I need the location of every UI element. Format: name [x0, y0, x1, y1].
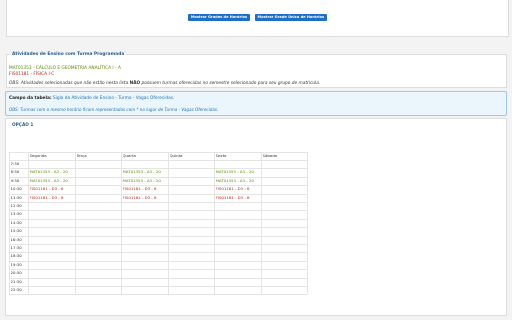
note-text: OBS: Atividades selecionadas que não est…: [9, 81, 130, 86]
time-label: 19:30: [10, 261, 22, 267]
schedule-table: Segunda Terça Quarta Quinta Sexta Sábado 7:30 8…: [9, 152, 308, 296]
grid-line: [9, 210, 307, 212]
time-label: 16:30: [10, 236, 22, 242]
schedule-entry: MAT01353 - A3 - 20: [215, 177, 254, 183]
activities-panel: Atividades de Ensino com Turma Programad…: [6, 52, 507, 88]
activity-item-label: FIS01181 - FÍSICA I-C: [9, 72, 55, 77]
option-label: OPÇÃO 1: [12, 123, 34, 128]
note-emphasis: NÃO: [129, 81, 141, 86]
activity-item[interactable]: MAT01353 - CÁLCULO E GEOMETRIA ANALÍTICA…: [9, 66, 121, 71]
time-label: 7:30: [10, 161, 20, 166]
time-label: 20:30: [10, 270, 22, 276]
info-label: Campo da tabela:: [9, 96, 52, 101]
time-label: 9:30: [10, 177, 20, 183]
grid-line: [168, 152, 169, 295]
table-field-info: Campo da tabela: Sigla da Atividade de E…: [9, 96, 174, 101]
grid-line: [9, 260, 307, 262]
grid-line: [9, 277, 307, 279]
day-header: Quarta: [122, 153, 136, 158]
schedule-entry: FIS01181 - D3 - 6: [215, 186, 250, 192]
grid-line: [9, 252, 307, 254]
schedule-entry: FIS01181 - D3 - 6: [29, 194, 64, 200]
grid-line: [9, 244, 307, 245]
time-label: 18:30: [10, 253, 22, 259]
time-label: 15:30: [10, 228, 22, 234]
time-label: 12:30: [10, 203, 22, 208]
time-label: 8:30: [10, 169, 20, 175]
time-label: 10:30: [10, 186, 22, 192]
note-text: possuem turmas oferecidas no semestre se…: [140, 81, 321, 86]
time-label: 13:30: [10, 211, 22, 217]
schedule-entry: MAT01353 - A3 - 20: [29, 169, 68, 175]
info-box: Campo da tabela: Sigla da Atividade de E…: [5, 91, 507, 116]
grid-line: [75, 152, 76, 295]
grid-line: [9, 235, 307, 237]
show-schedules-button[interactable]: Mostrar Grades de Horários: [187, 14, 251, 21]
day-header: Sábado: [262, 153, 278, 158]
grid-line: [9, 294, 307, 296]
schedule-entry: MAT01353 - A3 - 20: [215, 169, 254, 175]
day-header: Segunda: [29, 153, 47, 158]
grid-line: [9, 218, 307, 220]
time-label: 11:30: [10, 194, 22, 200]
show-single-schedule-button[interactable]: Mostrar Grade Única de Horários: [254, 14, 328, 21]
schedule-entry: FIS01181 - D3 - 6: [122, 186, 157, 192]
grid-line: [9, 227, 307, 229]
time-label: 22:30: [10, 287, 22, 292]
time-label: 21:30: [10, 278, 22, 284]
schedule-entry: MAT01353 - A3 - 20: [122, 177, 161, 183]
schedule-entry: FIS01181 - D3 - 6: [215, 194, 250, 200]
grid-line: [9, 286, 307, 287]
grid-line: [9, 269, 307, 271]
schedule-entry: FIS01181 - D3 - 6: [29, 186, 64, 192]
info-text: Sigla da Atividade de Ensino - Turma - V…: [51, 96, 175, 101]
activity-item-label: MAT01353 - CÁLCULO E GEOMETRIA ANALÍTICA…: [9, 66, 121, 71]
time-label: 14:30: [10, 219, 22, 225]
view-buttons: Mostrar Grades de Horários Mostrar Grade…: [7, 14, 508, 21]
grid-line: [307, 152, 308, 295]
top-panel: Mostrar Grades de Horários Mostrar Grade…: [6, 0, 509, 37]
schedule-entry: FIS01181 - D3 - 6: [122, 194, 157, 200]
grid-line: [9, 202, 307, 203]
info-note: OBS: Turmas com o mesmo horário ficam re…: [9, 107, 219, 112]
day-header: Terça: [76, 153, 87, 158]
activities-legend: Atividades de Ensino com Turma Programad…: [12, 52, 125, 57]
schedule-entry: MAT01353 - A3 - 20: [122, 169, 161, 175]
schedule-panel: OPÇÃO 1 Segunda Terça Quarta Quinta Sexta Sáb…: [5, 118, 507, 316]
day-header: Sexta: [215, 153, 227, 158]
activities-note: OBS: Atividades selecionadas que não est…: [9, 81, 320, 86]
day-header: Quinta: [169, 153, 183, 158]
schedule-entry: MAT01353 - A3 - 20: [29, 177, 68, 183]
activity-item[interactable]: FIS01181 - FÍSICA I-C: [9, 72, 54, 77]
time-label: 17:30: [10, 245, 22, 250]
grid-line: [261, 152, 262, 295]
